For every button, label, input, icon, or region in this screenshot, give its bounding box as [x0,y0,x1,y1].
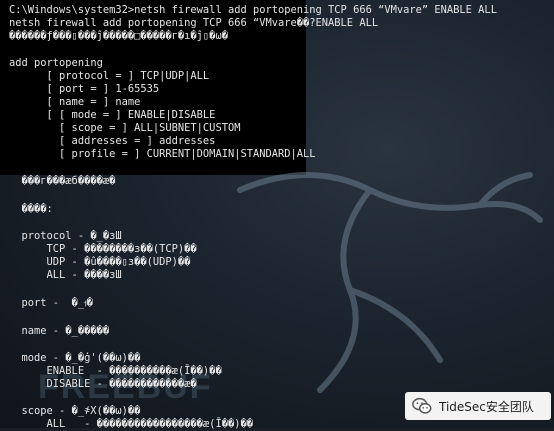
terminal-line: ENABLE - ����������æ(Ī��)�� [9,365,222,377]
terminal-line: ALL - ����зШ [9,269,122,281]
terminal-line: [ profile = ] CURRENT|DOMAIN|STANDARD|AL… [9,148,316,160]
terminal-line: [ port = ] 1-65535 [9,83,160,95]
terminal-line: [ [ mode = ] ENABLE|DISABLE [9,109,216,121]
terminal-line: scope - �_҂X(��ω)�� [9,405,141,417]
terminal-line: ALL - �����������������æ(Ī��)�� [9,418,253,430]
terminal-line: protocol - �_�зШ [9,230,122,242]
terminal-line: name - �_����� [9,325,110,337]
terminal-line: UDP - �û����▯з��(UDP)�� [9,256,191,268]
terminal-line: ���г���æб����æ� [9,175,116,187]
terminal-line: netsh firewall add portopening TCP 666 “… [9,17,379,29]
terminal-line: [ addresses = ] addresses [9,135,216,147]
terminal-line: ����: [9,203,53,215]
watermark-badge: TideSec安全团队 [405,392,551,420]
terminal-line: C:\Windows\system32>netsh firewall add p… [9,4,497,16]
terminal-line: TCP - ��������з��(TCP)�� [9,243,197,255]
terminal-line: ������ƒ���▯���ĵ�����□�����г�ı�ĵ▯�ω� [9,30,228,42]
terminal-line: [ name = ] name [9,96,141,108]
watermark-label: TideSec安全团队 [439,399,534,414]
wechat-icon [412,397,432,414]
terminal-line: port - �_ࡳ� [9,297,93,309]
terminal-line: [ protocol = ] TCP|UDP|ALL [9,70,210,82]
terminal-line: add portopening [9,57,103,69]
terminal-line: DISABLE - ������������æ� [9,378,197,390]
terminal-line: [ scope = ] ALL|SUBNET|CUSTOM [9,122,241,134]
terminal-output: C:\Windows\system32>netsh firewall add p… [0,0,554,430]
terminal-line: mode - �_�ģ'(��ω)�� [9,352,141,364]
